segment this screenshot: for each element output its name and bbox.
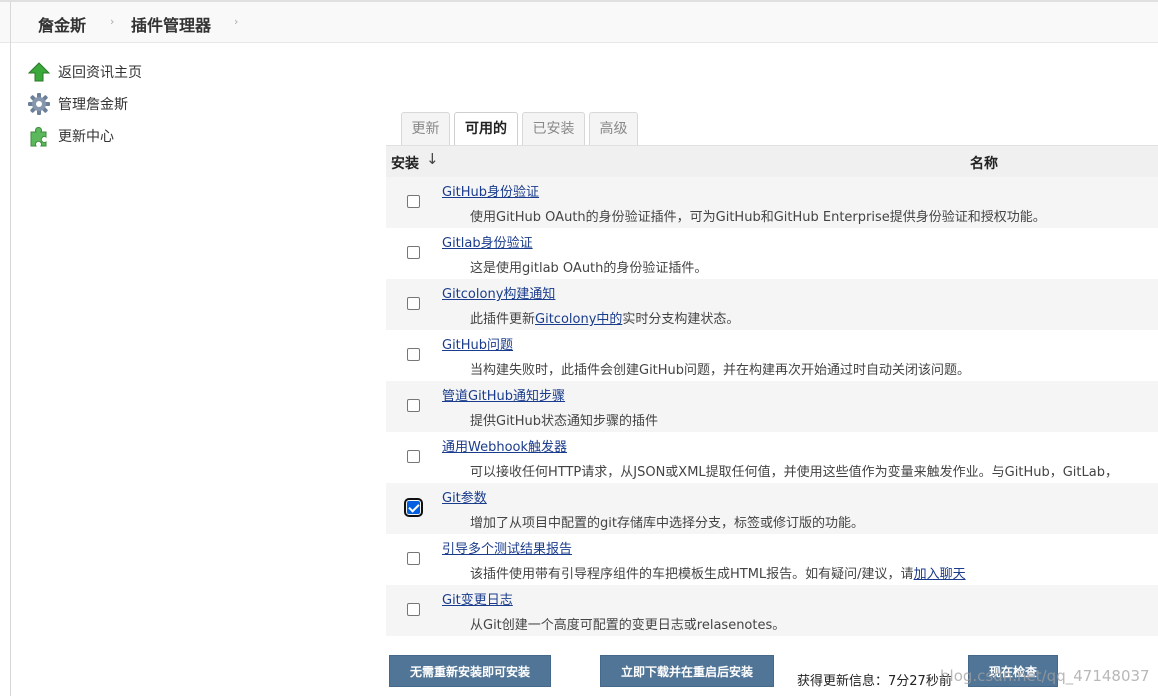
description-text: 此插件更新 — [470, 312, 536, 327]
download-and-install-after-restart-button[interactable]: 立即下载并在重启后安装 — [600, 655, 774, 687]
plugin-name-link[interactable]: Git参数 — [442, 487, 487, 506]
breadcrumb-bar: 詹金斯 › 插件管理器 › — [0, 0, 1158, 696]
plugin-description: 这是使用gitlab OAuth的身份验证插件。 — [470, 261, 708, 276]
sort-arrow-icon[interactable]: ↓ — [426, 150, 439, 168]
plugin-name-link[interactable]: GitHub身份验证 — [442, 181, 539, 200]
plugin-name-link[interactable]: 通用Webhook触发器 — [442, 436, 567, 455]
table-row: GitHub问题 当构建失败时，此插件会创建GitHub问题，并在构建再次开始通… — [386, 330, 1158, 381]
table-row: Git变更日志 从Git创建一个高度可配置的变更日志或relasenotes。 — [386, 585, 1158, 636]
install-checkbox[interactable] — [407, 399, 420, 412]
breadcrumb-current[interactable]: 插件管理器 — [131, 12, 211, 36]
sidebar-item-manage-jenkins[interactable]: 管理詹金斯 — [28, 92, 128, 116]
sidebar-item-label: 返回资讯主页 — [58, 65, 142, 81]
table-row: GitHub身份验证 使用GitHub OAuth的身份验证插件，可为GitHu… — [386, 177, 1158, 228]
tab-available[interactable]: 可用的 — [454, 112, 518, 147]
table-row: Gitcolony构建通知 此插件更新Gitcolony中的实时分支构建状态。 — [386, 279, 1158, 330]
sidebar-item-label: 更新中心 — [58, 129, 114, 145]
join-chat-link[interactable]: 加入聊天 — [914, 567, 966, 582]
plugin-description: 从Git创建一个高度可配置的变更日志或relasenotes。 — [470, 618, 786, 633]
table-row: Git参数 增加了从项目中配置的git存储库中选择分支，标签或修订版的功能。 — [386, 483, 1158, 534]
tab-updates[interactable]: 更新 — [401, 112, 450, 146]
name-column-header[interactable]: 名称 — [970, 153, 998, 173]
update-info-text: 获得更新信息：7分27秒前 — [797, 674, 952, 689]
gear-icon — [28, 93, 50, 115]
plugin-name-link[interactable]: Gitlab身份验证 — [442, 232, 533, 251]
sidebar-item-label: 管理詹金斯 — [58, 97, 128, 113]
breadcrumb-separator: › — [110, 15, 115, 28]
plugin-name-link[interactable]: GitHub问题 — [442, 334, 513, 353]
table-row: 通用Webhook触发器 可以接收任何HTTP请求，从JSON或XML提取任何值… — [386, 432, 1158, 483]
table-row: Gitlab身份验证 这是使用gitlab OAuth的身份验证插件。 — [386, 228, 1158, 279]
plugin-description: 当构建失败时，此插件会创建GitHub问题，并在构建再次开始通过时自动关闭该问题… — [470, 363, 971, 378]
tab-installed[interactable]: 已安装 — [522, 112, 585, 146]
install-checkbox[interactable] — [407, 195, 420, 208]
table-row: 引导多个测试结果报告 该插件使用带有引导程序组件的车把模板生成HTML报告。如有… — [386, 534, 1158, 585]
gitcolony-link[interactable]: Gitcolony中的 — [535, 312, 622, 327]
plugin-name-link[interactable]: 管道GitHub通知步骤 — [442, 385, 565, 404]
install-without-restart-button[interactable]: 无需重新安装即可安装 — [389, 655, 551, 687]
install-checkbox[interactable] — [407, 297, 420, 310]
install-checkbox[interactable] — [404, 498, 423, 517]
plugin-description: 可以接收任何HTTP请求，从JSON或XML提取任何值，并使用这些值作为变量来触… — [470, 465, 1118, 480]
description-text: 该插件使用带有引导程序组件的车把模板生成HTML报告。如有疑问/建议，请 — [470, 567, 914, 582]
table-row: 管道GitHub通知步骤 提供GitHub状态通知步骤的插件 — [386, 381, 1158, 432]
tab-advanced[interactable]: 高级 — [589, 112, 638, 146]
description-text: 实时分支构建状态。 — [622, 312, 740, 327]
sidebar-item-back-home[interactable]: 返回资讯主页 — [27, 60, 142, 84]
install-checkbox[interactable] — [407, 348, 420, 361]
install-column-header[interactable]: 安装 — [391, 153, 419, 173]
table-header: 安装 ↓ 名称 — [386, 145, 1158, 177]
breadcrumb-separator-end[interactable]: › — [234, 15, 238, 28]
plugin-name-link[interactable]: 引导多个测试结果报告 — [442, 538, 572, 557]
install-checkbox[interactable] — [407, 552, 420, 565]
sidebar-item-update-center[interactable]: 更新中心 — [28, 124, 114, 148]
install-checkbox[interactable] — [407, 246, 420, 259]
plugin-description: 增加了从项目中配置的git存储库中选择分支，标签或修订版的功能。 — [470, 516, 864, 531]
plugin-description: 此插件更新Gitcolony中的实时分支构建状态。 — [470, 308, 739, 327]
breadcrumb-root[interactable]: 詹金斯 — [38, 12, 86, 36]
plugin-description: 该插件使用带有引导程序组件的车把模板生成HTML报告。如有疑问/建议，请加入聊天 — [470, 563, 966, 582]
watermark: blog.csdn.net/qq_47148037 — [940, 667, 1150, 685]
up-arrow-icon — [27, 61, 51, 83]
puzzle-icon — [28, 125, 50, 147]
plugin-name-link[interactable]: Gitcolony构建通知 — [442, 283, 555, 302]
plugin-name-link[interactable]: Git变更日志 — [442, 589, 513, 608]
install-checkbox[interactable] — [407, 603, 420, 616]
install-checkbox[interactable] — [407, 450, 420, 463]
plugin-description: 提供GitHub状态通知步骤的插件 — [470, 414, 659, 429]
plugin-description: 使用GitHub OAuth的身份验证插件，可为GitHub和GitHub En… — [470, 210, 1046, 225]
